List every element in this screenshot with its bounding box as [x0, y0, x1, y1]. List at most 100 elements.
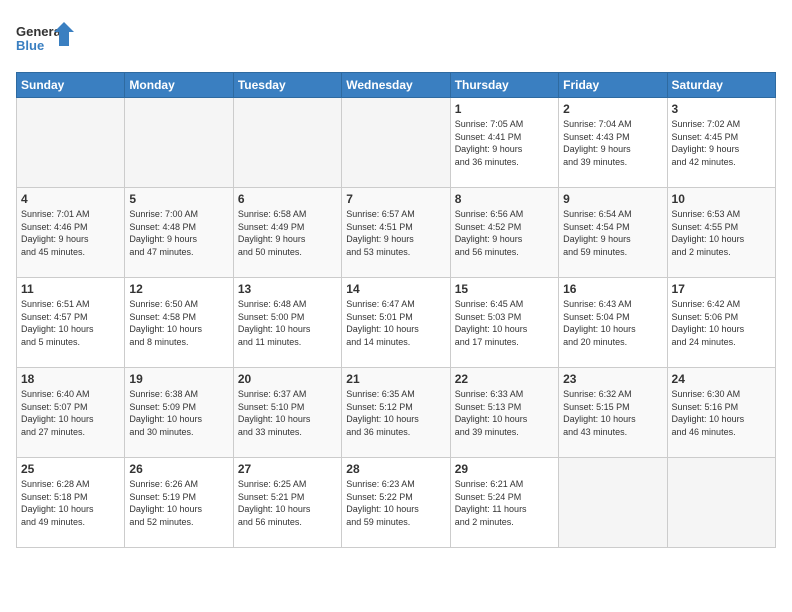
calendar-cell: 9 Sunrise: 6:54 AMSunset: 4:54 PMDaylight… [559, 188, 667, 278]
day-info: Sunrise: 6:26 AMSunset: 5:19 PMDaylight:… [129, 478, 228, 528]
day-info: Sunrise: 6:57 AMSunset: 4:51 PMDaylight:… [346, 208, 445, 258]
day-info: Sunrise: 6:35 AMSunset: 5:12 PMDaylight:… [346, 388, 445, 438]
calendar-cell: 4 Sunrise: 7:01 AMSunset: 4:46 PMDaylight… [17, 188, 125, 278]
day-info: Sunrise: 6:30 AMSunset: 5:16 PMDaylight:… [672, 388, 771, 438]
day-info: Sunrise: 7:00 AMSunset: 4:48 PMDaylight:… [129, 208, 228, 258]
logo: General Blue [16, 20, 76, 64]
calendar-cell: 13 Sunrise: 6:48 AMSunset: 5:00 PMDayligh… [233, 278, 341, 368]
day-info: Sunrise: 6:28 AMSunset: 5:18 PMDaylight:… [21, 478, 120, 528]
calendar-cell: 6 Sunrise: 6:58 AMSunset: 4:49 PMDaylight… [233, 188, 341, 278]
day-header-wednesday: Wednesday [342, 73, 450, 98]
calendar-cell: 22 Sunrise: 6:33 AMSunset: 5:13 PMDayligh… [450, 368, 558, 458]
day-number: 6 [238, 192, 337, 206]
day-number: 10 [672, 192, 771, 206]
day-info: Sunrise: 6:25 AMSunset: 5:21 PMDaylight:… [238, 478, 337, 528]
day-info: Sunrise: 7:02 AMSunset: 4:45 PMDaylight:… [672, 118, 771, 168]
day-number: 15 [455, 282, 554, 296]
header-row: SundayMondayTuesdayWednesdayThursdayFrid… [17, 73, 776, 98]
day-header-thursday: Thursday [450, 73, 558, 98]
day-header-sunday: Sunday [17, 73, 125, 98]
logo-svg: General Blue [16, 20, 76, 64]
day-number: 4 [21, 192, 120, 206]
calendar-cell: 18 Sunrise: 6:40 AMSunset: 5:07 PMDayligh… [17, 368, 125, 458]
calendar-cell [233, 98, 341, 188]
calendar-cell: 3 Sunrise: 7:02 AMSunset: 4:45 PMDaylight… [667, 98, 775, 188]
calendar-cell [559, 458, 667, 548]
calendar-cell [667, 458, 775, 548]
day-info: Sunrise: 6:54 AMSunset: 4:54 PMDaylight:… [563, 208, 662, 258]
week-row-2: 11 Sunrise: 6:51 AMSunset: 4:57 PMDayligh… [17, 278, 776, 368]
calendar-cell: 16 Sunrise: 6:43 AMSunset: 5:04 PMDayligh… [559, 278, 667, 368]
day-header-friday: Friday [559, 73, 667, 98]
week-row-3: 18 Sunrise: 6:40 AMSunset: 5:07 PMDayligh… [17, 368, 776, 458]
day-info: Sunrise: 6:53 AMSunset: 4:55 PMDaylight:… [672, 208, 771, 258]
calendar: SundayMondayTuesdayWednesdayThursdayFrid… [16, 72, 776, 548]
calendar-cell: 12Sunrise: 6:50 AMSunset: 4:58 PMDayligh… [125, 278, 233, 368]
day-info: Sunrise: 6:48 AMSunset: 5:00 PMDaylight:… [238, 298, 337, 348]
day-info: Sunrise: 6:23 AMSunset: 5:22 PMDaylight:… [346, 478, 445, 528]
day-number: 22 [455, 372, 554, 386]
calendar-cell: 25 Sunrise: 6:28 AMSunset: 5:18 PMDayligh… [17, 458, 125, 548]
day-info: Sunrise: 6:51 AMSunset: 4:57 PMDaylight:… [21, 298, 120, 348]
calendar-cell: 10 Sunrise: 6:53 AMSunset: 4:55 PMDayligh… [667, 188, 775, 278]
day-number: 11 [21, 282, 120, 296]
calendar-cell: 5 Sunrise: 7:00 AMSunset: 4:48 PMDaylight… [125, 188, 233, 278]
day-number: 20 [238, 372, 337, 386]
calendar-cell: 11 Sunrise: 6:51 AMSunset: 4:57 PMDayligh… [17, 278, 125, 368]
calendar-cell: 2 Sunrise: 7:04 AMSunset: 4:43 PMDaylight… [559, 98, 667, 188]
day-number: 1 [455, 102, 554, 116]
calendar-cell: 20 Sunrise: 6:37 AMSunset: 5:10 PMDayligh… [233, 368, 341, 458]
day-number: 13 [238, 282, 337, 296]
day-info: Sunrise: 7:01 AMSunset: 4:46 PMDaylight:… [21, 208, 120, 258]
svg-text:Blue: Blue [16, 38, 44, 53]
calendar-cell: 15Sunrise: 6:45 AMSunset: 5:03 PMDayligh… [450, 278, 558, 368]
day-info: Sunrise: 7:05 AMSunset: 4:41 PMDaylight:… [455, 118, 554, 168]
calendar-cell [125, 98, 233, 188]
day-number: 8 [455, 192, 554, 206]
day-number: 27 [238, 462, 337, 476]
day-header-tuesday: Tuesday [233, 73, 341, 98]
day-number: 28 [346, 462, 445, 476]
week-row-4: 25 Sunrise: 6:28 AMSunset: 5:18 PMDayligh… [17, 458, 776, 548]
day-number: 25 [21, 462, 120, 476]
day-number: 26 [129, 462, 228, 476]
day-number: 3 [672, 102, 771, 116]
day-number: 29 [455, 462, 554, 476]
day-number: 23 [563, 372, 662, 386]
day-number: 12 [129, 282, 228, 296]
day-info: Sunrise: 6:40 AMSunset: 5:07 PMDaylight:… [21, 388, 120, 438]
day-number: 16 [563, 282, 662, 296]
day-number: 7 [346, 192, 445, 206]
day-header-monday: Monday [125, 73, 233, 98]
day-info: Sunrise: 6:43 AMSunset: 5:04 PMDaylight:… [563, 298, 662, 348]
calendar-cell [342, 98, 450, 188]
day-info: Sunrise: 6:38 AMSunset: 5:09 PMDaylight:… [129, 388, 228, 438]
day-number: 5 [129, 192, 228, 206]
calendar-cell: 7 Sunrise: 6:57 AMSunset: 4:51 PMDaylight… [342, 188, 450, 278]
day-info: Sunrise: 6:47 AMSunset: 5:01 PMDaylight:… [346, 298, 445, 348]
day-number: 9 [563, 192, 662, 206]
week-row-0: 1 Sunrise: 7:05 AMSunset: 4:41 PMDaylight… [17, 98, 776, 188]
day-info: Sunrise: 6:33 AMSunset: 5:13 PMDaylight:… [455, 388, 554, 438]
calendar-cell: 17 Sunrise: 6:42 AMSunset: 5:06 PMDayligh… [667, 278, 775, 368]
day-number: 17 [672, 282, 771, 296]
calendar-cell: 21Sunrise: 6:35 AMSunset: 5:12 PMDayligh… [342, 368, 450, 458]
day-info: Sunrise: 7:04 AMSunset: 4:43 PMDaylight:… [563, 118, 662, 168]
calendar-cell: 28 Sunrise: 6:23 AMSunset: 5:22 PMDayligh… [342, 458, 450, 548]
calendar-cell: 14Sunrise: 6:47 AMSunset: 5:01 PMDayligh… [342, 278, 450, 368]
day-info: Sunrise: 6:42 AMSunset: 5:06 PMDaylight:… [672, 298, 771, 348]
day-info: Sunrise: 6:58 AMSunset: 4:49 PMDaylight:… [238, 208, 337, 258]
day-info: Sunrise: 6:37 AMSunset: 5:10 PMDaylight:… [238, 388, 337, 438]
day-number: 2 [563, 102, 662, 116]
calendar-cell: 23Sunrise: 6:32 AMSunset: 5:15 PMDayligh… [559, 368, 667, 458]
day-header-saturday: Saturday [667, 73, 775, 98]
calendar-cell: 29Sunrise: 6:21 AMSunset: 5:24 PMDayligh… [450, 458, 558, 548]
calendar-cell: 1 Sunrise: 7:05 AMSunset: 4:41 PMDaylight… [450, 98, 558, 188]
day-number: 19 [129, 372, 228, 386]
calendar-cell [17, 98, 125, 188]
week-row-1: 4 Sunrise: 7:01 AMSunset: 4:46 PMDaylight… [17, 188, 776, 278]
day-info: Sunrise: 6:56 AMSunset: 4:52 PMDaylight:… [455, 208, 554, 258]
header: General Blue [16, 16, 776, 64]
calendar-cell: 19 Sunrise: 6:38 AMSunset: 5:09 PMDayligh… [125, 368, 233, 458]
day-number: 18 [21, 372, 120, 386]
